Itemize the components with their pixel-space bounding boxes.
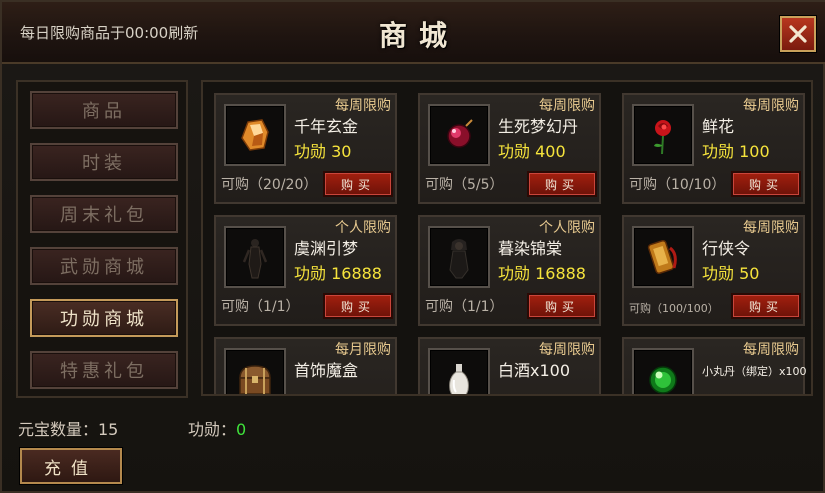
product-card[interactable]: 个人限购 暮染锦棠 功勋 16888 可购（1/1） 购买	[418, 215, 601, 326]
item-price: 功勋 16888	[498, 264, 586, 283]
amber-crystal-icon	[241, 119, 269, 151]
nav-item-merit-shop[interactable]: 功勋商城	[30, 299, 178, 337]
item-slot[interactable]	[632, 104, 694, 166]
merit-count: 功勋：0	[188, 416, 246, 440]
nav-item-weekend-pack[interactable]: 周末礼包	[30, 195, 178, 233]
close-icon	[789, 25, 807, 43]
stock-count: 可购（5/5）	[425, 177, 504, 193]
category-nav: 商品 时装 周末礼包 武勋商城 功勋商城 特惠礼包	[16, 80, 188, 398]
buy-button[interactable]: 购买	[731, 293, 801, 319]
close-button[interactable]	[780, 16, 816, 52]
limit-tag: 每周限购	[743, 98, 799, 114]
buy-button[interactable]: 购买	[731, 171, 801, 197]
item-price: 功勋 400	[498, 142, 566, 161]
buy-button[interactable]: 购买	[323, 171, 393, 197]
merit-label: 功勋：	[188, 420, 237, 439]
limit-tag: 每周限购	[743, 342, 799, 358]
nav-item-special-pack[interactable]: 特惠礼包	[30, 351, 178, 389]
nav-item-goods[interactable]: 商品	[30, 91, 178, 129]
yuanbao-count: 元宝数量：15	[18, 420, 119, 439]
item-name: 行侠令	[702, 239, 751, 258]
stock-count: 可购（100/100）	[629, 302, 719, 315]
recharge-button[interactable]: 充值	[20, 448, 122, 484]
nav-item-martial-shop[interactable]: 武勋商城	[30, 247, 178, 285]
item-slot[interactable]	[224, 226, 286, 288]
item-slot[interactable]	[428, 226, 490, 288]
stock-count: 可购（20/20）	[221, 177, 318, 193]
product-card[interactable]: 每月限购 首饰魔盒	[214, 337, 397, 394]
item-price: 功勋 100	[702, 142, 770, 161]
buy-button[interactable]: 购买	[323, 293, 393, 319]
item-price: 功勋 50	[702, 264, 760, 283]
item-name: 暮染锦棠	[498, 239, 563, 258]
dark-figure-icon	[449, 239, 469, 279]
shop-window: 每日限购商品于00:00刷新 商城 商品 时装 周末礼包 武勋商城 功勋商城 特…	[0, 0, 825, 493]
product-card[interactable]: 个人限购 虞渊引梦 功勋 16888 可购（1/1） 购买	[214, 215, 397, 326]
item-slot[interactable]	[632, 226, 694, 288]
wine-bottle-icon	[449, 364, 469, 394]
refresh-note: 每日限购商品于00:00刷新	[20, 24, 199, 42]
merit-value: 0	[236, 420, 247, 439]
stock-count: 可购（1/1）	[221, 299, 300, 315]
item-price: 功勋 30	[294, 142, 352, 161]
product-card[interactable]: 每周限购 白酒x100	[418, 337, 601, 394]
product-card[interactable]: 每周限购 行侠令 功勋 50 可购（100/100） 购买	[622, 215, 805, 326]
item-name: 生死梦幻丹	[498, 117, 579, 136]
item-slot[interactable]	[224, 104, 286, 166]
red-pill-icon	[447, 119, 473, 148]
buy-button[interactable]: 购买	[527, 171, 597, 197]
item-name: 小丸丹（绑定）x100	[702, 365, 807, 378]
character-figure-icon	[242, 239, 268, 279]
item-slot[interactable]	[428, 348, 490, 394]
item-slot[interactable]	[428, 104, 490, 166]
item-price: 功勋 16888	[294, 264, 382, 283]
window-title: 商城	[378, 19, 459, 52]
title-bar: 每日限购商品于00:00刷新 商城	[2, 2, 825, 64]
buy-button[interactable]: 购买	[527, 293, 597, 319]
token-scroll-icon	[647, 239, 677, 275]
rose-icon	[654, 120, 671, 155]
nav-item-fashion[interactable]: 时装	[30, 143, 178, 181]
item-name: 白酒x100	[498, 361, 571, 380]
limit-tag: 每周限购	[743, 220, 799, 236]
item-name: 千年玄金	[294, 117, 359, 136]
product-grid: 每周限购 千年玄金 功勋 30 可购（20/20） 购买 每周限购 生死梦幻丹 …	[201, 80, 813, 396]
limit-tag: 个人限购	[539, 220, 595, 236]
product-card[interactable]: 每周限购 鲜花 功勋 100 可购（10/10） 购买	[622, 93, 805, 204]
treasure-chest-icon	[239, 365, 271, 394]
item-slot[interactable]	[224, 348, 286, 394]
item-name: 首饰魔盒	[294, 361, 359, 380]
item-slot[interactable]	[632, 348, 694, 394]
item-name: 鲜花	[702, 117, 735, 136]
item-name: 虞渊引梦	[294, 239, 359, 258]
limit-tag: 每周限购	[335, 98, 391, 114]
product-card[interactable]: 每周限购 生死梦幻丹 功勋 400 可购（5/5） 购买	[418, 93, 601, 204]
stock-count: 可购（1/1）	[425, 299, 504, 315]
limit-tag: 个人限购	[335, 220, 391, 236]
limit-tag: 每月限购	[335, 342, 391, 358]
green-orb-icon	[649, 366, 677, 394]
limit-tag: 每周限购	[539, 98, 595, 114]
limit-tag: 每周限购	[539, 342, 595, 358]
product-card[interactable]: 每周限购 千年玄金 功勋 30 可购（20/20） 购买	[214, 93, 397, 204]
product-card[interactable]: 每周限购 小丸丹（绑定）x100	[622, 337, 807, 394]
stock-count: 可购（10/10）	[629, 177, 726, 193]
